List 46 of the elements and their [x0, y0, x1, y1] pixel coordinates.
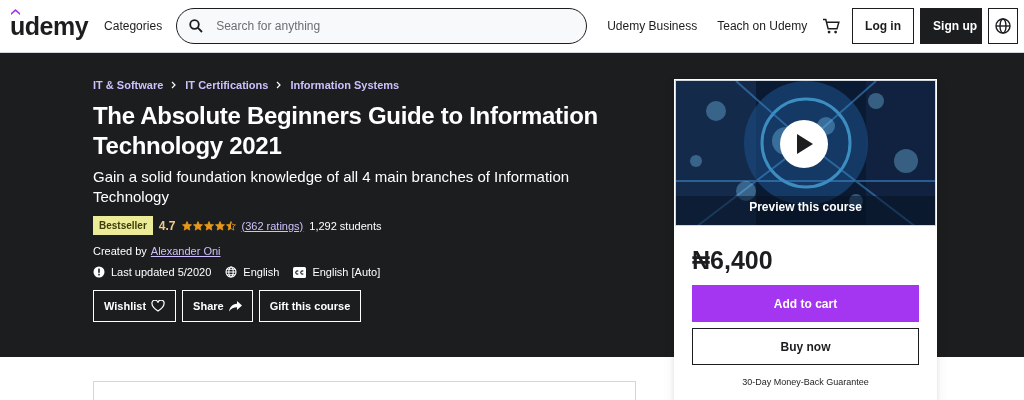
breadcrumb-link[interactable]: IT Certifications	[185, 79, 269, 91]
ratings-link[interactable]: (362 ratings)	[241, 219, 304, 232]
rating-value: 4.7	[158, 218, 176, 233]
globe-icon	[995, 18, 1012, 34]
captions-icon	[293, 266, 307, 278]
author-link[interactable]: Alexander Oni	[150, 245, 221, 257]
action-button[interactable]: Gift this course	[258, 290, 362, 322]
bestseller-badge: Bestseller	[93, 216, 153, 235]
course-subtitle: Gain a solid foundation knowledge of all 4 main branches of Information Technology	[93, 167, 571, 207]
logo[interactable]: udemy	[10, 11, 89, 41]
nav-link[interactable]: Teach on Udemy	[717, 19, 808, 33]
signup-button[interactable]: Sign up	[920, 8, 983, 44]
star-icon	[203, 220, 214, 231]
search-field[interactable]: Search for anything	[176, 8, 588, 44]
price: ₦6,400	[692, 246, 773, 275]
meta-text: English	[243, 266, 280, 278]
students-count: 1,292 students	[309, 219, 382, 232]
logo-hat-icon	[11, 8, 20, 15]
chevron-icon	[276, 81, 283, 89]
created-by-label: Created by	[93, 245, 147, 257]
star-icon	[181, 220, 192, 231]
action-button[interactable]: Share	[182, 290, 253, 322]
breadcrumb-link[interactable]: IT & Software	[93, 79, 164, 91]
alert-icon	[93, 266, 105, 278]
share-arrow-icon	[228, 300, 242, 312]
globe-icon	[225, 266, 238, 278]
play-icon	[795, 134, 813, 154]
course-title: The Absolute Beginners Guide to Information Technology 2021	[93, 101, 599, 161]
nav-link[interactable]: Udemy Business	[607, 19, 698, 33]
categories-link[interactable]: Categories	[104, 19, 163, 33]
meta-text: Last updated 5/2020	[111, 266, 212, 278]
heart-icon	[151, 300, 166, 312]
cart-icon[interactable]	[823, 17, 841, 35]
meta-text: English [Auto]	[312, 266, 381, 278]
preview-label: Preview this course	[748, 200, 863, 214]
login-button[interactable]: Log in	[852, 8, 915, 44]
action-button[interactable]: Wishlist	[93, 290, 177, 322]
chevron-icon	[171, 81, 178, 89]
language-button[interactable]	[988, 8, 1018, 44]
breadcrumb-link[interactable]: Information Systems	[290, 79, 400, 91]
star-icon	[225, 220, 236, 231]
add-to-cart-button[interactable]: Add to cart	[692, 285, 919, 322]
star-icon	[214, 220, 225, 231]
guarantee-text: 30-Day Money-Back Guarantee	[742, 377, 869, 387]
buy-now-button[interactable]: Buy now	[692, 328, 919, 365]
star-icon	[192, 220, 203, 231]
